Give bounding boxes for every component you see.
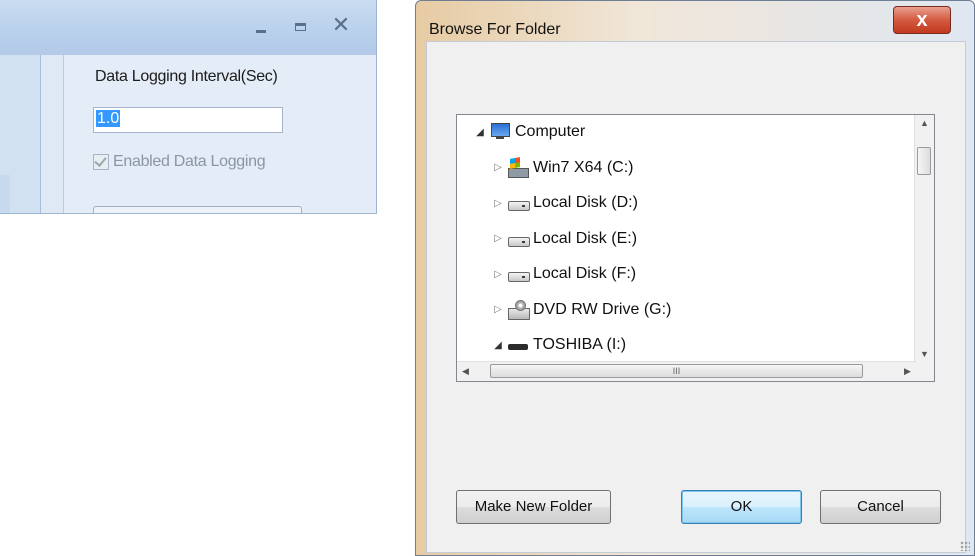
make-new-folder-button[interactable]: Make New Folder [456, 490, 611, 524]
tree-item-label: DVD RW Drive (G:) [533, 300, 672, 318]
checkbox-checked-icon[interactable] [93, 154, 109, 170]
scroll-down-arrow-icon[interactable]: ▼ [915, 346, 934, 363]
scroll-left-arrow-icon[interactable]: ◀ [457, 362, 474, 381]
ok-button[interactable]: OK [681, 490, 802, 524]
tree-item[interactable]: ◢ TOSHIBA (I:) [491, 330, 626, 360]
hard-disk-icon [507, 229, 530, 249]
background-window-titlebar: ✕ [0, 0, 376, 55]
tree-item-label: Local Disk (E:) [533, 229, 638, 247]
tree-item[interactable]: ▷ Win7 X64 (C:) [491, 153, 633, 183]
expand-arrow-icon[interactable]: ▷ [491, 269, 505, 280]
collapse-arrow-icon[interactable]: ◢ [473, 127, 487, 138]
horizontal-scroll-thumb[interactable]: III [490, 364, 863, 378]
tree-item-label: Win7 X64 (C:) [533, 158, 634, 176]
resize-grip-icon[interactable] [960, 541, 970, 551]
hard-disk-icon [507, 193, 530, 213]
tree-item-label: Local Disk (F:) [533, 265, 637, 282]
scroll-up-arrow-icon[interactable]: ▲ [915, 115, 934, 132]
hard-disk-icon [507, 264, 530, 284]
interval-label: Data Logging Interval(Sec) [95, 68, 278, 85]
dialog-close-button[interactable]: x [893, 6, 951, 34]
folder-tree[interactable]: ◢ Computer ▷ Win7 X64 (C:) ▷ Local Disk (D:) ▷… [456, 114, 935, 382]
tree-item[interactable]: ◢ Computer [473, 117, 585, 147]
vertical-scroll-thumb[interactable] [917, 147, 931, 175]
tree-item-label: Computer [515, 123, 586, 140]
background-window: ✕ Data Logging Interval(Sec) 1.0 Enabled… [0, 0, 377, 214]
interval-value: 1.0 [96, 110, 121, 127]
browse-for-folder-dialog: Browse For Folder x ◢ Computer ▷ Win7 X64 (… [415, 0, 975, 556]
horizontal-scrollbar[interactable]: ◀ III ▶ [457, 361, 916, 381]
collapse-arrow-icon[interactable]: ◢ [491, 340, 505, 351]
left-panel-edge [0, 175, 10, 213]
computer-icon [489, 122, 511, 142]
enabled-logging-label: Enabled Data Logging [113, 153, 266, 170]
tree-item[interactable]: ▷ DVD RW Drive (G:) [491, 295, 671, 325]
tree-item[interactable]: ▷ Local Disk (F:) [491, 259, 636, 289]
scroll-right-arrow-icon[interactable]: ▶ [899, 362, 916, 381]
expand-arrow-icon[interactable]: ▷ [491, 304, 505, 315]
minimize-icon[interactable] [250, 18, 272, 36]
dvd-drive-icon [507, 299, 530, 320]
vertical-scrollbar[interactable]: ▲ ▼ [914, 115, 934, 363]
expand-arrow-icon[interactable]: ▷ [491, 233, 505, 244]
windows-drive-icon [507, 158, 529, 178]
tree-item[interactable]: ▷ Local Disk (D:) [491, 188, 638, 218]
tree-item-label: TOSHIBA (I:) [533, 336, 627, 353]
partial-button[interactable] [93, 206, 302, 213]
folder-tree-rows: ◢ Computer ▷ Win7 X64 (C:) ▷ Local Disk (D:) ▷… [457, 115, 916, 363]
scrollbar-corner [915, 362, 934, 381]
usb-drive-icon [507, 335, 529, 355]
dialog-title: Browse For Folder [429, 21, 561, 38]
expand-arrow-icon[interactable]: ▷ [491, 162, 505, 173]
maximize-icon[interactable] [290, 18, 312, 36]
tree-item[interactable]: ▷ Local Disk (E:) [491, 224, 637, 254]
expand-arrow-icon[interactable]: ▷ [491, 198, 505, 209]
enabled-logging-checkbox-row[interactable]: Enabled Data Logging [93, 151, 266, 173]
interval-input[interactable]: 1.0 [93, 107, 283, 133]
tree-item-label: Local Disk (D:) [533, 194, 638, 211]
close-icon[interactable]: ✕ [330, 14, 352, 36]
cancel-button[interactable]: Cancel [820, 490, 941, 524]
